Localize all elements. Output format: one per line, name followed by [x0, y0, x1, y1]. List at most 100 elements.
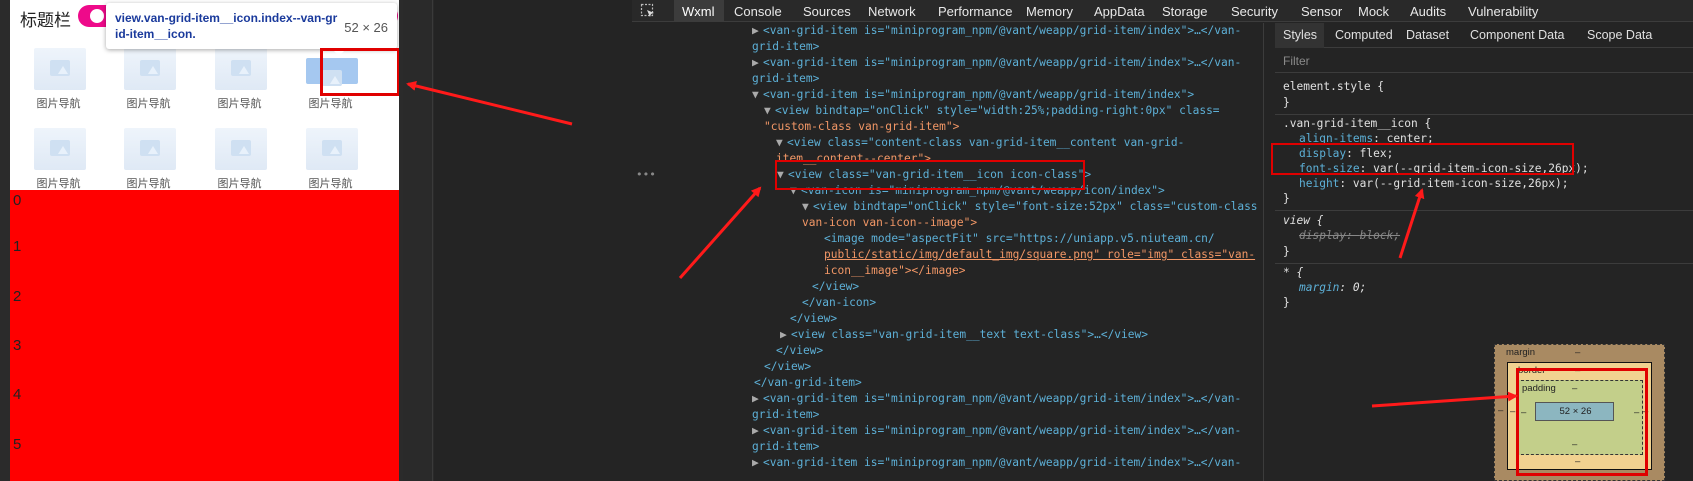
list-number: 2 [13, 288, 22, 305]
tab-component-data[interactable]: Component Data [1470, 28, 1565, 42]
dom-node-text: icon__image"></image> [824, 264, 966, 277]
tab-console[interactable]: Console [734, 4, 782, 19]
image-placeholder-icon [215, 128, 267, 170]
dom-node-wrap: grid-item> [752, 439, 819, 456]
dom-node[interactable]: <image mode="aspectFit" src="https://uni… [824, 231, 1215, 248]
dom-node[interactable]: ▶ <van-grid-item is="miniprogram_npm/@van… [752, 391, 1241, 408]
dom-node-text: van-icon van-icon--image"> [802, 216, 978, 229]
grid-item-label: 图片导航 [217, 98, 262, 110]
dom-node[interactable]: ▶ <view class="van-grid-item__text text-c… [780, 327, 1148, 344]
rule-close-brace: } [1283, 296, 1290, 309]
grid-item-label: 图片导航 [126, 178, 171, 190]
dom-node-text: <van-grid-item is="miniprogram_npm/@vant… [763, 424, 1242, 437]
grid-item[interactable]: 图片导航 [100, 40, 197, 120]
more-dots-icon[interactable]: ••• [636, 167, 656, 184]
grid-item[interactable]: 图片导航 [191, 40, 288, 120]
image-placeholder-icon [34, 128, 86, 170]
rule-close-brace: } [1283, 245, 1290, 258]
dom-node-text: </view> [764, 360, 812, 373]
dom-node-text: </view> [790, 312, 838, 325]
grid-item[interactable]: 图片导航 [191, 120, 288, 200]
dom-node-text: public/static/img/default_img/square.png… [824, 248, 1256, 261]
expand-triangle-icon[interactable]: ▶ [752, 455, 763, 472]
tab-mock[interactable]: Mock [1358, 4, 1389, 19]
tab-security[interactable]: Security [1231, 4, 1278, 19]
tab-sources[interactable]: Sources [803, 4, 851, 19]
margin-left-value: – [1498, 405, 1504, 416]
tab-sensor[interactable]: Sensor [1301, 4, 1342, 19]
dom-node[interactable]: ▼ <van-grid-item is="miniprogram_npm/@van… [752, 87, 1194, 104]
tab-computed[interactable]: Computed [1335, 28, 1393, 42]
css-property: display [1299, 229, 1347, 242]
dom-node[interactable]: ▶ <van-grid-item is="miniprogram_npm/@van… [752, 423, 1241, 440]
expand-triangle-icon[interactable]: ▶ [752, 391, 763, 408]
tab-memory[interactable]: Memory [1026, 4, 1073, 19]
image-placeholder-icon [124, 128, 176, 170]
panel-gap [434, 0, 632, 481]
margin-label: margin [1506, 347, 1536, 358]
panel-gap [403, 0, 434, 481]
element-style-rule[interactable]: element.style { [1283, 80, 1384, 93]
tab-wxml[interactable]: Wxml [682, 4, 715, 19]
tab-vulnerability[interactable]: Vulnerability [1468, 4, 1538, 19]
dom-node[interactable]: ▼ <view class="content-class van-grid-ite… [776, 135, 1184, 152]
rule-separator [1275, 263, 1693, 264]
grid-item-label: 图片导航 [36, 98, 81, 110]
tab-performance[interactable]: Performance [938, 4, 1012, 19]
tab-scope-data[interactable]: Scope Data [1587, 28, 1652, 42]
css-declaration[interactable]: height: var(--grid-item-icon-size,26px); [1299, 177, 1568, 190]
dom-node[interactable]: ▶ <van-grid-item is="miniprogram_npm/@van… [752, 55, 1241, 72]
inspect-element-icon[interactable] [640, 3, 656, 19]
tab-styles[interactable]: Styles [1283, 28, 1317, 42]
rule-selector[interactable]: * { [1283, 266, 1303, 279]
grid-item[interactable]: 图片导航 [10, 40, 107, 120]
css-value: block; [1359, 229, 1401, 242]
dom-node-text: <view class="van-grid-item__text text-cl… [791, 328, 1148, 341]
dom-node-text: </van-grid-item> [754, 376, 862, 389]
rule-selector[interactable]: view { [1283, 214, 1323, 227]
dom-node[interactable]: ▶ <van-grid-item is="miniprogram_npm/@van… [752, 455, 1241, 472]
collapse-triangle-icon[interactable]: ▼ [752, 87, 763, 104]
dom-node-close: </view> [790, 311, 837, 328]
styles-filter-input[interactable]: Filter [1275, 49, 1693, 73]
css-property: height [1299, 177, 1340, 190]
expand-triangle-icon[interactable]: ▶ [780, 327, 791, 344]
list-number: 3 [13, 337, 22, 354]
dom-node-text: "custom-class van-grid-item"> [764, 120, 960, 133]
collapse-triangle-icon[interactable]: ▼ [764, 103, 775, 120]
dom-node[interactable]: ▼ <view bindtap="onClick" style="font-siz… [802, 199, 1258, 216]
wxml-tree: ▶ <van-grid-item is="miniprogram_npm/@van… [632, 23, 1262, 481]
image-placeholder-icon [306, 128, 358, 170]
collapse-triangle-icon[interactable]: ▼ [802, 199, 813, 216]
grid-item[interactable]: 图片导航 [100, 120, 197, 200]
expand-triangle-icon[interactable]: ▶ [752, 423, 763, 440]
rule-separator [1275, 114, 1693, 115]
dom-node-text: <van-grid-item is="miniprogram_npm/@vant… [763, 56, 1242, 69]
tab-appdata[interactable]: AppData [1094, 4, 1145, 19]
css-declaration-overridden[interactable]: display: block; [1299, 229, 1400, 242]
tab-dataset[interactable]: Dataset [1406, 28, 1449, 42]
filter-placeholder: Filter [1283, 54, 1310, 68]
grid-item[interactable]: 图片导航 [282, 120, 379, 200]
css-declaration[interactable]: margin: 0; [1299, 281, 1366, 294]
dom-node[interactable]: ▼ <view bindtap="onClick" style="width:25… [764, 103, 1220, 120]
tab-storage[interactable]: Storage [1162, 4, 1208, 19]
dom-node-text: <van-grid-item is="miniprogram_npm/@vant… [763, 392, 1242, 405]
image-placeholder-icon [215, 48, 267, 90]
devtools-tab-bar: Wxml Console Sources Network Performance… [632, 0, 1693, 22]
dom-node-text: <van-grid-item is="miniprogram_npm/@vant… [763, 24, 1242, 37]
pane-splitter[interactable] [1263, 23, 1264, 481]
dom-node-text: <view class="content-class van-grid-item… [787, 136, 1185, 149]
side-tab-bar: Styles Computed Dataset Component Data S… [1275, 23, 1693, 48]
tab-network[interactable]: Network [868, 4, 916, 19]
image-placeholder-icon [124, 48, 176, 90]
grid-item[interactable]: 图片导航 [10, 120, 107, 200]
dom-node[interactable]: ▶ <van-grid-item is="miniprogram_npm/@van… [752, 23, 1241, 40]
collapse-triangle-icon[interactable]: ▼ [776, 135, 787, 152]
rule-selector[interactable]: .van-grid-item__icon { [1283, 117, 1431, 130]
tab-audits[interactable]: Audits [1410, 4, 1446, 19]
expand-triangle-icon[interactable]: ▶ [752, 55, 763, 72]
expand-triangle-icon[interactable]: ▶ [752, 23, 763, 40]
dom-node-text: grid-item> [752, 408, 820, 421]
dom-node-wrap: icon__image"></image> [824, 263, 965, 280]
